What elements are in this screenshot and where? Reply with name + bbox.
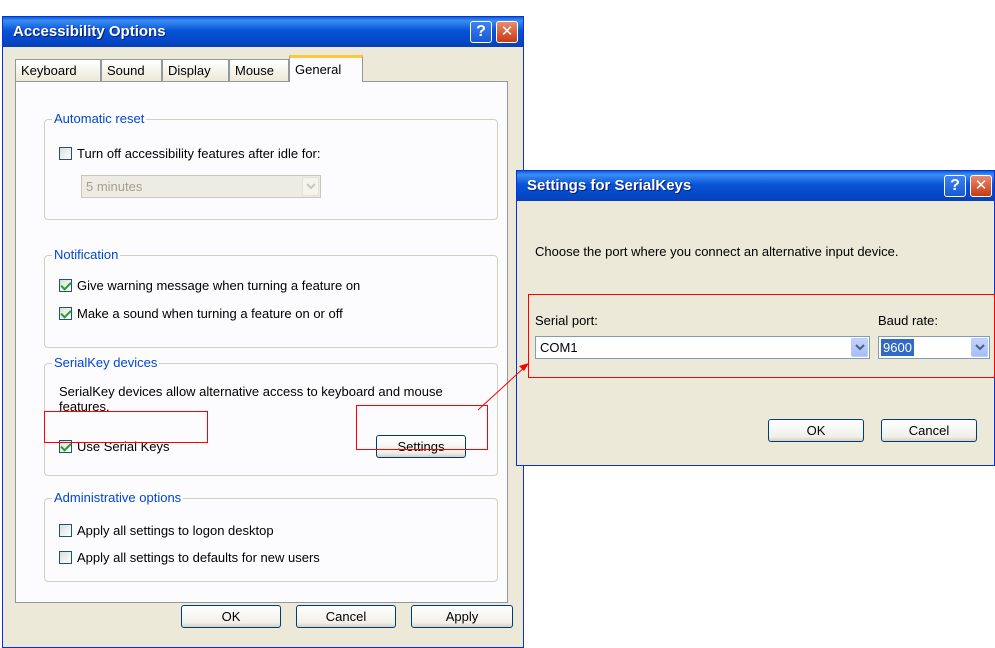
annotation-arrow xyxy=(477,363,529,411)
tab-general[interactable]: General xyxy=(289,55,363,82)
